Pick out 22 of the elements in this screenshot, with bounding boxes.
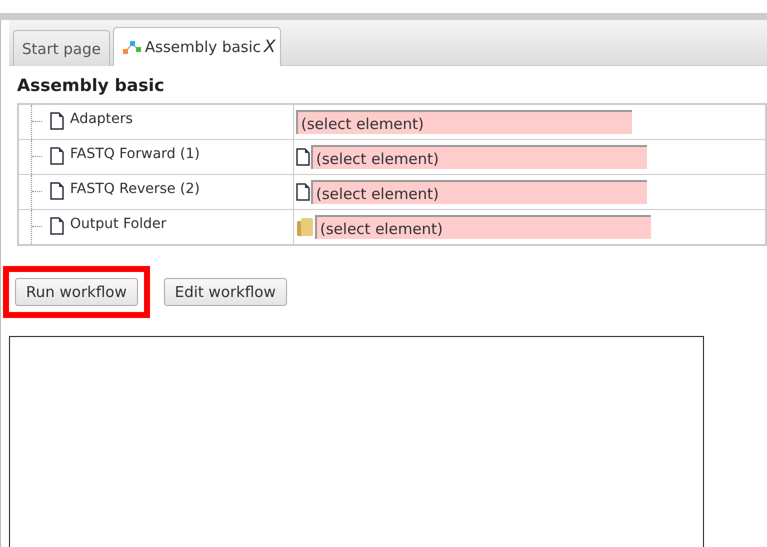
file-icon [50, 147, 64, 165]
parameter-name: Output Folder [70, 216, 166, 232]
workflow-title: Assembly basic [17, 76, 166, 96]
file-icon [296, 183, 310, 201]
tab[interactable]: Assembly basic X [112, 27, 281, 66]
parameter-name: FASTQ Reverse (2) [70, 181, 200, 197]
folder-icon [296, 217, 314, 237]
file-icon [50, 112, 64, 130]
select-field[interactable]: (select element) [311, 180, 647, 204]
run-button[interactable]: Run workflow [15, 278, 138, 306]
parameter-name: Adapters [70, 111, 133, 127]
parameter-name: FASTQ Forward (1) [70, 146, 200, 162]
file-icon [50, 182, 64, 200]
close-button[interactable]: X [264, 37, 276, 57]
select-field[interactable]: (select element) [296, 110, 632, 134]
file-icon [50, 217, 64, 235]
workflow-icon [122, 39, 142, 55]
select-field[interactable]: (select element) [311, 145, 647, 169]
select-field[interactable]: (select element) [315, 215, 651, 239]
tab[interactable]: Start page [13, 30, 110, 66]
workflow-button[interactable]: Edit workflow [164, 278, 287, 306]
file-icon [296, 148, 310, 166]
